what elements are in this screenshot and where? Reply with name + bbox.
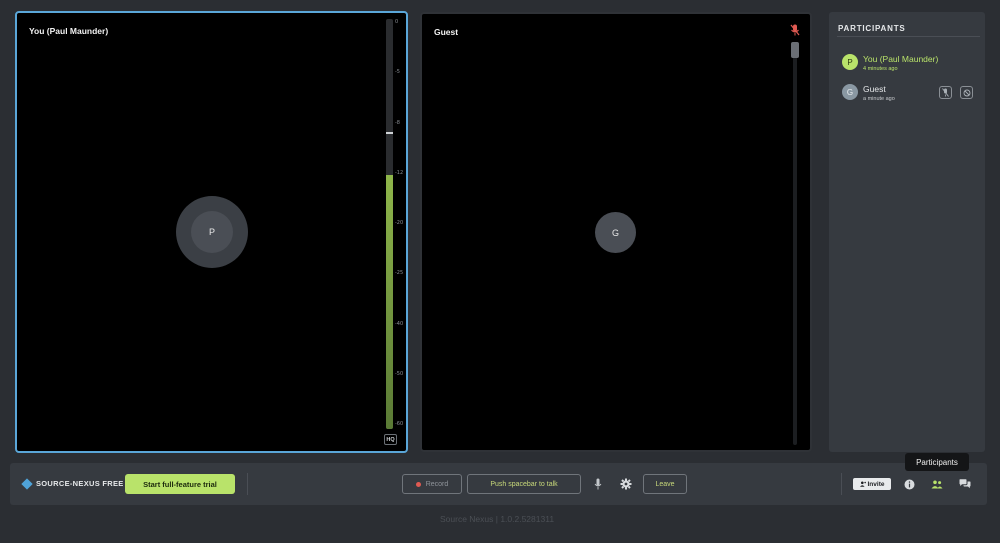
volume-slider-handle[interactable] — [791, 42, 799, 58]
meter-tick-label: -25 — [395, 270, 404, 277]
brand-logo-icon — [21, 477, 33, 490]
meter-tick-label: -20 — [395, 220, 404, 226]
meter-tick-label: -60 — [395, 421, 404, 427]
video-tile-guest[interactable]: Guest G — [420, 12, 812, 452]
tile-name-you: You (Paul Maunder) — [29, 26, 109, 36]
meter-tick-label: -50 — [395, 370, 404, 377]
tile-name-guest: Guest — [434, 27, 459, 37]
participant-time: a minute ago — [863, 96, 895, 102]
gear-icon — [620, 478, 632, 490]
brand: SOURCE-NEXUS FREE — [21, 477, 124, 490]
chat-icon — [959, 479, 971, 489]
video-tile-you[interactable]: You (Paul Maunder) P 0 -5 -8 -12 -20 -25 -40 -5… — [15, 11, 408, 453]
hq-badge[interactable]: HQ — [384, 434, 397, 445]
muted-mic-icon — [942, 88, 949, 97]
participant-avatar: G — [842, 84, 858, 100]
info-icon — [904, 479, 914, 489]
participant-time: 4 minutes ago — [863, 66, 898, 72]
settings-button[interactable] — [618, 476, 634, 492]
participant-name: Guest — [863, 84, 886, 94]
block-icon — [963, 89, 970, 96]
invite-button[interactable]: Invite — [853, 478, 891, 490]
record-label: Record — [425, 480, 449, 488]
record-dot-icon — [415, 481, 421, 487]
participant-item-guest[interactable]: G Guest a minute ago — [842, 82, 977, 106]
avatar-guest: G — [595, 212, 636, 253]
chat-button[interactable] — [957, 476, 973, 492]
microphone-button[interactable] — [590, 476, 606, 492]
participants-toggle-button[interactable] — [929, 476, 945, 492]
invite-label: Invite — [867, 480, 885, 488]
divider — [841, 473, 842, 495]
meter-tick-label: -8 — [395, 119, 400, 126]
volume-slider[interactable] — [791, 42, 799, 445]
meter-peak-marker — [386, 131, 393, 134]
meter-scale: 0 -5 -8 -12 -20 -25 -40 -50 -60 — [395, 19, 407, 429]
participant-name: You (Paul Maunder) — [863, 54, 939, 64]
mute-participant-button[interactable] — [939, 86, 952, 99]
info-button[interactable] — [901, 476, 917, 492]
meter-tick-label: -5 — [395, 69, 400, 76]
push-to-talk-button[interactable]: Push spacebar to talk — [467, 474, 581, 494]
meter-tick-label: 0 — [395, 19, 399, 25]
divider — [837, 36, 980, 37]
meter-level-fill — [386, 174, 393, 429]
divider — [247, 473, 248, 495]
add-user-icon — [859, 481, 866, 487]
leave-button[interactable]: Leave — [643, 474, 687, 494]
brand-label: SOURCE-NEXUS FREE — [36, 479, 124, 488]
avatar-you: P — [191, 211, 233, 253]
meter-tick-label: -40 — [395, 320, 404, 327]
version-label: Source Nexus | 1.0.2.5281311 — [440, 514, 555, 524]
participant-item-you[interactable]: P You (Paul Maunder) 4 minutes ago — [842, 52, 977, 76]
start-trial-button[interactable]: Start full-feature trial — [125, 474, 235, 494]
record-button[interactable]: Record — [402, 474, 462, 494]
participants-tooltip: Participants — [905, 453, 969, 471]
microphone-icon — [594, 478, 602, 490]
meter-tick-label: -12 — [395, 169, 404, 176]
speaking-ring: P — [176, 196, 248, 268]
participants-icon — [931, 480, 943, 488]
participant-avatar: P — [842, 54, 858, 70]
participants-panel: PARTICIPANTS P You (Paul Maunder) 4 minu… — [829, 12, 985, 452]
muted-mic-icon — [790, 24, 800, 36]
audio-level-meter — [386, 19, 393, 429]
panel-title: PARTICIPANTS — [838, 24, 906, 33]
remove-participant-button[interactable] — [960, 86, 973, 99]
bottom-toolbar: SOURCE-NEXUS FREE Start full-feature tri… — [10, 463, 987, 505]
